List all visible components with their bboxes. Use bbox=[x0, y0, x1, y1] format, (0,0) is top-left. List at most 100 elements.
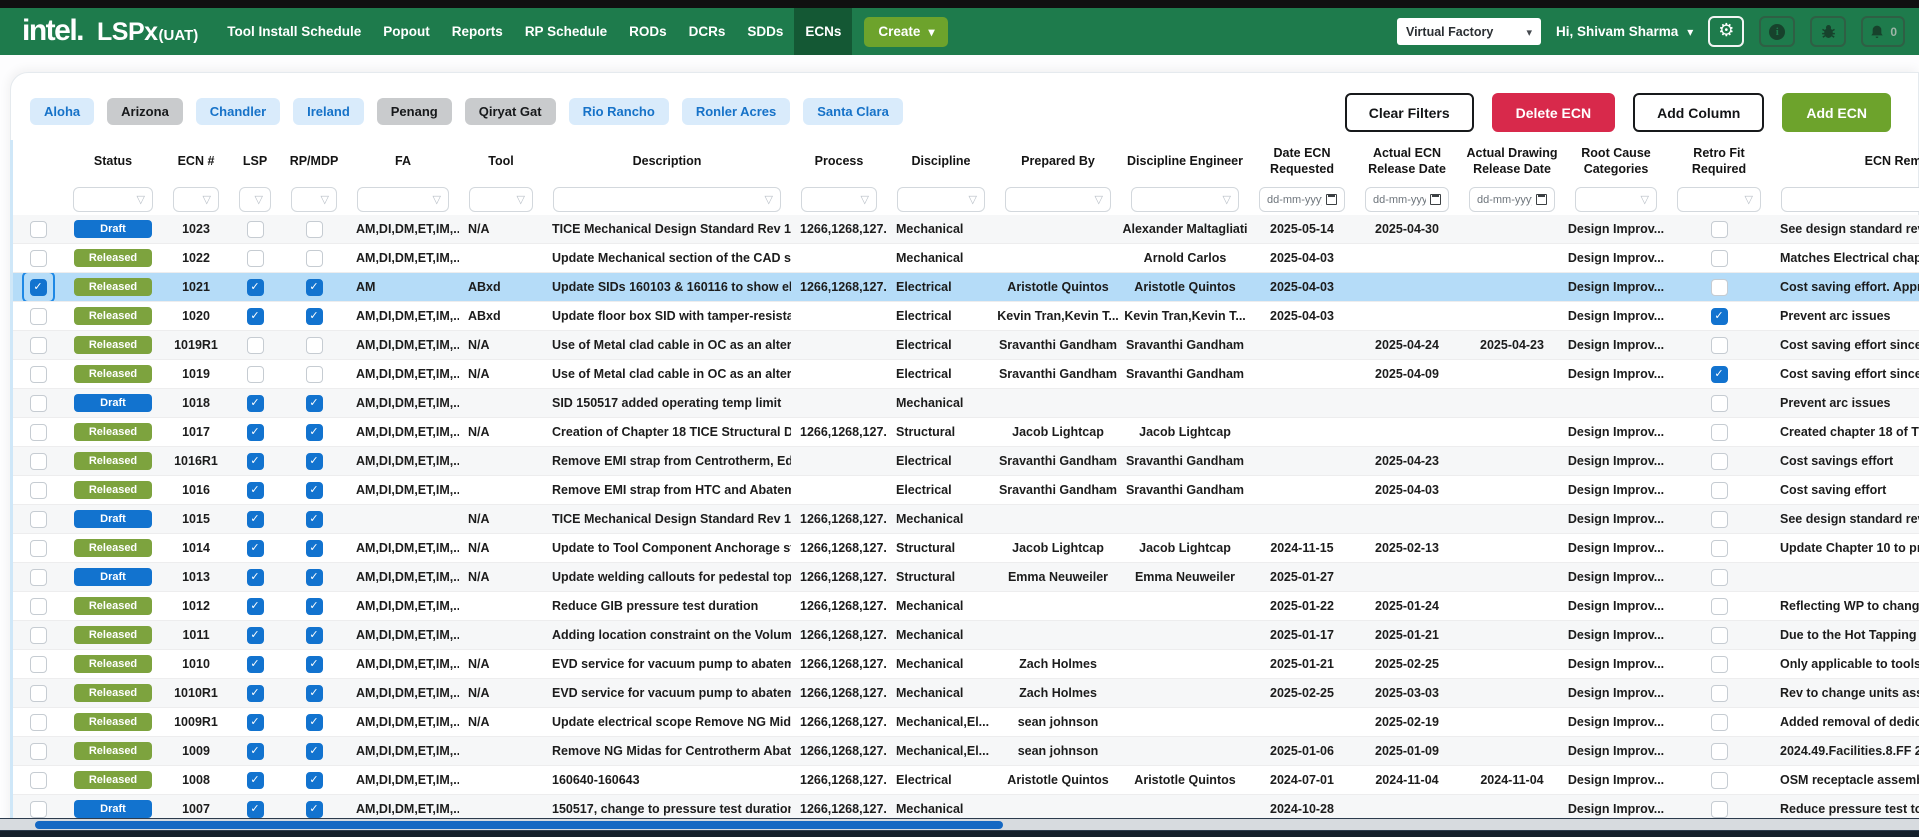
prepared-by-filter-field[interactable] bbox=[1013, 193, 1095, 207]
filter-input-rpmdp[interactable] bbox=[291, 187, 337, 212]
bug-report-button[interactable] bbox=[1810, 16, 1846, 47]
table-row[interactable]: Released1019AM,DI,DM,ET,IM,...N/AUse of … bbox=[13, 360, 1919, 389]
retro-fit-required-checkbox[interactable] bbox=[1711, 743, 1728, 760]
table-row[interactable]: Released1010R1AM,DI,DM,ET,IM,...N/AEVD s… bbox=[13, 679, 1919, 708]
lsp-checkbox[interactable] bbox=[247, 656, 264, 673]
table-row[interactable]: Draft1018AM,DI,DM,ET,IM,...SID 150517 ad… bbox=[13, 389, 1919, 418]
location-chip-arizona[interactable]: Arizona bbox=[107, 98, 183, 125]
filter-input-status[interactable] bbox=[73, 187, 153, 212]
filter-funnel-icon[interactable] bbox=[203, 193, 211, 206]
lsp-checkbox[interactable] bbox=[247, 221, 264, 238]
lsp-checkbox[interactable] bbox=[247, 598, 264, 615]
table-row[interactable]: Released1020AM,DI,DM,ET,IM,...ABxdUpdate… bbox=[13, 302, 1919, 331]
row-select-checkbox[interactable] bbox=[30, 569, 47, 586]
horizontal-scrollbar[interactable] bbox=[0, 818, 1919, 831]
nav-item-dcrs[interactable]: DCRs bbox=[678, 8, 737, 55]
row-select-checkbox[interactable] bbox=[30, 743, 47, 760]
lsp-checkbox[interactable] bbox=[247, 453, 264, 470]
calendar-icon[interactable] bbox=[1536, 194, 1547, 205]
retro-fit-required-checkbox[interactable] bbox=[1711, 279, 1728, 296]
row-select-checkbox[interactable] bbox=[30, 656, 47, 673]
settings-button[interactable] bbox=[1708, 16, 1744, 47]
add-ecn-button[interactable]: Add ECN bbox=[1782, 93, 1891, 132]
filter-input-discipline-engineer[interactable] bbox=[1131, 187, 1239, 212]
lsp-checkbox[interactable] bbox=[247, 685, 264, 702]
table-row[interactable]: Released1008AM,DI,DM,ET,IM,...160640-160… bbox=[13, 766, 1919, 795]
retro-fit-required-checkbox[interactable] bbox=[1711, 308, 1728, 325]
retro-fit-required-checkbox[interactable] bbox=[1711, 656, 1728, 673]
factory-select[interactable]: Virtual Factory bbox=[1397, 18, 1541, 45]
retro-fit-required-checkbox[interactable] bbox=[1711, 424, 1728, 441]
table-row[interactable]: Draft1007AM,DI,DM,ET,IM,...150517, chang… bbox=[13, 795, 1919, 818]
lsp-checkbox[interactable] bbox=[247, 279, 264, 296]
row-select-checkbox[interactable] bbox=[30, 424, 47, 441]
filter-funnel-icon[interactable] bbox=[1641, 193, 1649, 206]
row-select-checkbox[interactable] bbox=[30, 627, 47, 644]
row-select-checkbox[interactable] bbox=[30, 221, 47, 238]
rpmdp-checkbox[interactable] bbox=[306, 598, 323, 615]
row-select-checkbox[interactable] bbox=[30, 453, 47, 470]
rpmdp-checkbox[interactable] bbox=[306, 685, 323, 702]
filter-funnel-icon[interactable] bbox=[969, 193, 977, 206]
nav-item-ecns[interactable]: ECNs bbox=[794, 8, 852, 55]
retro-fit-required-checkbox[interactable] bbox=[1711, 453, 1728, 470]
table-row[interactable]: Draft1023AM,DI,DM,ET,IM,...N/ATICE Mecha… bbox=[13, 215, 1919, 244]
rpmdp-checkbox[interactable] bbox=[306, 656, 323, 673]
rpmdp-checkbox[interactable] bbox=[306, 366, 323, 383]
filter-input-lsp[interactable] bbox=[239, 187, 271, 212]
process-filter-field[interactable] bbox=[809, 193, 861, 207]
nav-item-tool-install-schedule[interactable]: Tool Install Schedule bbox=[216, 8, 372, 55]
ecn-remarks-filter-field[interactable] bbox=[1789, 193, 1919, 207]
retro-fit-required-checkbox[interactable] bbox=[1711, 221, 1728, 238]
filter-input-ecn-remarks[interactable] bbox=[1781, 187, 1919, 212]
filter-input-prepared-by[interactable] bbox=[1005, 187, 1111, 212]
retro-fit-required-checkbox[interactable] bbox=[1711, 685, 1728, 702]
row-select-checkbox[interactable] bbox=[30, 685, 47, 702]
location-chip-santa-clara[interactable]: Santa Clara bbox=[803, 98, 903, 125]
date-filter-input-date-ecn-requested[interactable]: dd-mm-yyyy bbox=[1259, 187, 1345, 212]
table-row[interactable]: Released1019R1AM,DI,DM,ET,IM,...N/AUse o… bbox=[13, 331, 1919, 360]
root-cause-categories-filter-field[interactable] bbox=[1583, 193, 1641, 207]
rpmdp-checkbox[interactable] bbox=[306, 772, 323, 789]
retro-fit-required-checkbox[interactable] bbox=[1711, 337, 1728, 354]
filter-input-root-cause-categories[interactable] bbox=[1575, 187, 1657, 212]
rpmdp-checkbox[interactable] bbox=[306, 801, 323, 818]
filter-funnel-icon[interactable] bbox=[433, 193, 441, 206]
table-row[interactable]: Released1016R1AM,DI,DM,ET,IM,...Remove E… bbox=[13, 447, 1919, 476]
description-filter-field[interactable] bbox=[561, 193, 765, 207]
filter-funnel-icon[interactable] bbox=[321, 193, 329, 206]
filter-input-fa[interactable] bbox=[357, 187, 449, 212]
retro-fit-required-checkbox[interactable] bbox=[1711, 482, 1728, 499]
table-row[interactable]: Released1009R1AM,DI,DM,ET,IM,...N/AUpdat… bbox=[13, 708, 1919, 737]
retro-fit-required-checkbox[interactable] bbox=[1711, 395, 1728, 412]
lsp-checkbox[interactable] bbox=[247, 395, 264, 412]
lsp-filter-field[interactable] bbox=[247, 193, 255, 207]
add-column-button[interactable]: Add Column bbox=[1633, 93, 1764, 132]
filter-input-description[interactable] bbox=[553, 187, 781, 212]
lsp-checkbox[interactable] bbox=[247, 424, 264, 441]
retro-fit-required-checkbox[interactable] bbox=[1711, 598, 1728, 615]
lsp-checkbox[interactable] bbox=[247, 250, 264, 267]
table-row[interactable]: Released1010AM,DI,DM,ET,IM,...N/AEVD ser… bbox=[13, 650, 1919, 679]
filter-funnel-icon[interactable] bbox=[1095, 193, 1103, 206]
location-chip-ireland[interactable]: Ireland bbox=[293, 98, 364, 125]
rpmdp-checkbox[interactable] bbox=[306, 250, 323, 267]
filter-funnel-icon[interactable] bbox=[137, 193, 145, 206]
retro-fit-required-checkbox[interactable] bbox=[1711, 569, 1728, 586]
lsp-checkbox[interactable] bbox=[247, 540, 264, 557]
row-select-checkbox[interactable] bbox=[30, 540, 47, 557]
calendar-icon[interactable] bbox=[1430, 194, 1441, 205]
date-filter-input-actual-ecn-release-date[interactable]: dd-mm-yyyy bbox=[1365, 187, 1449, 212]
rpmdp-checkbox[interactable] bbox=[306, 627, 323, 644]
rpmdp-checkbox[interactable] bbox=[306, 511, 323, 528]
location-chip-chandler[interactable]: Chandler bbox=[196, 98, 280, 125]
table-row[interactable]: Released1021AMABxdUpdate SIDs 160103 & 1… bbox=[13, 273, 1919, 302]
lsp-checkbox[interactable] bbox=[247, 308, 264, 325]
row-select-checkbox[interactable] bbox=[30, 598, 47, 615]
retro-fit-required-checkbox[interactable] bbox=[1711, 250, 1728, 267]
table-row[interactable]: Released1022AM,DI,DM,ET,IM,...Update Mec… bbox=[13, 244, 1919, 273]
lsp-checkbox[interactable] bbox=[247, 772, 264, 789]
lsp-checkbox[interactable] bbox=[247, 743, 264, 760]
rpmdp-checkbox[interactable] bbox=[306, 279, 323, 296]
filter-input-discipline[interactable] bbox=[897, 187, 985, 212]
